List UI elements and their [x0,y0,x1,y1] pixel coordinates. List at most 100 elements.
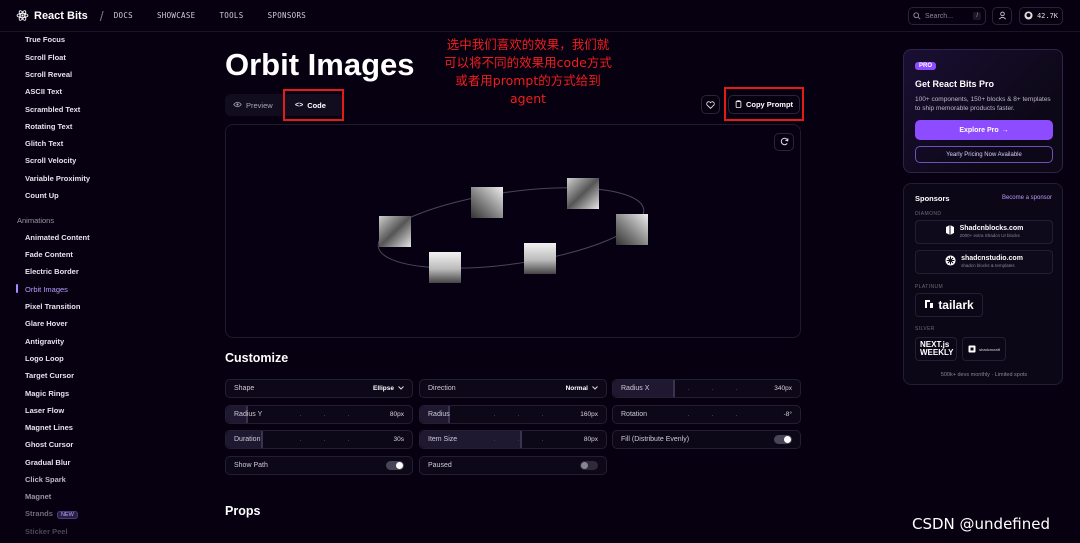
item-size-slider[interactable]: Item Size 80px [419,430,607,449]
shadcncraft-name: shadcncraft [979,346,1000,352]
annotation-box-copy-prompt [724,87,804,121]
show-path-label: Show Path [234,462,268,469]
orbit-image-6 [429,252,461,283]
radius-value: 160px [580,411,598,418]
sponsor-shadcnblocks[interactable]: Shadcnblocks.com 2000+ extra Shadcn UI bl… [915,220,1053,244]
refresh-icon [780,133,789,151]
sponsor-nextjs-weekly[interactable]: NEXT.js WEEKLY [915,337,957,361]
sidebar: True Focus Scroll Float Scroll Reveal AS… [0,33,200,543]
sponsor-shadcnstudio[interactable]: shadcnstudio.com shadcn blocks & template… [915,250,1053,274]
become-sponsor-link[interactable]: Become a sponsor [1002,195,1052,201]
fill-label: Fill (Distribute Evenly) [621,436,690,443]
sidebar-item-scroll-velocity[interactable]: Scroll Velocity [25,156,76,165]
search-placeholder: Search... [925,12,954,20]
sidebar-item-gradual-blur[interactable]: Gradual Blur [25,458,70,467]
brand[interactable]: React Bits [16,9,88,22]
orbit-image-1 [379,216,411,247]
shape-select[interactable]: Shape Ellipse [225,379,413,398]
duration-slider[interactable]: Duration 30s [225,430,413,449]
radius-x-slider[interactable]: Radius X 340px [612,379,801,398]
sidebar-item-fade-content[interactable]: Fade Content [25,250,73,259]
sidebar-item-rotating-text[interactable]: Rotating Text [25,122,72,131]
duration-label: Duration [234,436,261,443]
radius-y-slider[interactable]: Radius Y 80px [225,405,413,424]
eye-icon [233,101,242,110]
sidebar-item-magic-rings[interactable]: Magic Rings [25,389,69,398]
nav-link-docs[interactable]: DOCS [114,11,133,20]
direction-value: Normal [565,385,588,392]
tab-preview[interactable]: Preview [233,94,273,116]
fill-toggle[interactable] [774,435,792,444]
radius-y-value: 80px [389,411,404,418]
orbit-image-5 [524,243,556,274]
pro-badge: PRO [915,62,937,70]
page-title: Orbit Images [225,47,415,82]
explore-pro-label: Explore Pro [959,126,999,134]
sponsors-footer: 500k+ devs monthly · Limited spots [940,372,1028,378]
orbit-path [377,187,645,269]
sidebar-item-ghost-cursor[interactable]: Ghost Cursor [25,440,73,449]
duration-value: 30s [393,436,404,443]
shadcnstudio-logo-icon [945,253,956,271]
sidebar-item-magnet-lines[interactable]: Magnet Lines [25,423,73,432]
annotation-box-code [283,89,344,121]
sponsor-tailark[interactable]: tailark [915,293,983,317]
sidebar-item-glitch-text[interactable]: Glitch Text [25,139,63,148]
item-size-value: 80px [583,436,598,443]
paused-toggle[interactable] [580,461,598,470]
sidebar-item-target-cursor[interactable]: Target Cursor [25,371,74,380]
nav-link-tools[interactable]: TOOLS [219,11,243,20]
sidebar-item-antigravity[interactable]: Antigravity [25,337,64,346]
sidebar-item-click-spark[interactable]: Click Spark [25,475,66,484]
direction-select[interactable]: Direction Normal [419,379,607,398]
shadcnstudio-name: shadcnstudio.com [961,255,1023,262]
sidebar-item-animated-content[interactable]: Animated Content [25,233,90,242]
radius-label: Radius [428,411,450,418]
shadcnblocks-logo-icon [945,223,955,241]
show-path-toggle[interactable] [386,461,404,470]
tier-diamond: DIAMOND [915,211,942,217]
search-icon [913,7,921,25]
sidebar-item-count-up[interactable]: Count Up [25,191,59,200]
sidebar-item-variable-proximity[interactable]: Variable Proximity [25,174,90,183]
radius-slider[interactable]: Radius 160px [419,405,607,424]
sidebar-item-sticker-peel[interactable]: Sticker Peel [25,527,68,536]
search-box[interactable]: Search... / [908,7,986,25]
explore-pro-button[interactable]: Explore Pro → [915,120,1053,140]
sidebar-item-laser-flow[interactable]: Laser Flow [25,406,64,415]
refresh-button[interactable] [774,133,794,151]
shadcnblocks-name: Shadcnblocks.com [959,225,1024,232]
brand-title: React Bits [34,9,88,22]
rotation-label: Rotation [621,411,648,418]
sidebar-item-strands[interactable]: Strands NEW [25,509,78,519]
favorite-button[interactable] [701,95,720,114]
sidebar-item-true-focus[interactable]: True Focus [25,35,65,44]
react-logo-icon [16,9,29,22]
shadcnstudio-sub: shadcn blocks & templates [961,263,1015,268]
user-button[interactable] [992,7,1012,25]
item-size-label: Item Size [428,436,458,443]
sidebar-item-orbit-images[interactable]: Orbit Images [25,285,68,294]
sidebar-item-electric-border[interactable]: Electric Border [25,267,79,276]
orbit-image-3 [567,178,599,209]
sponsor-shadcncraft[interactable]: shadcncraft [962,337,1006,361]
user-icon [998,7,1007,25]
rotation-slider[interactable]: Rotation -8° [612,405,801,424]
nav-link-showcase[interactable]: SHOWCASE [157,11,196,20]
customize-title: Customize [225,351,289,365]
sidebar-item-logo-loop[interactable]: Logo Loop [25,354,64,363]
sidebar-item-glare-hover[interactable]: Glare Hover [25,319,68,328]
annotation-line-1: 选中我们喜欢的效果，我们就 [446,37,610,52]
sidebar-item-scrambled-text[interactable]: Scrambled Text [25,105,80,114]
sidebar-item-ascii-text[interactable]: ASCII Text [25,87,62,96]
orbit-image-2 [471,187,503,218]
sidebar-item-pixel-transition[interactable]: Pixel Transition [25,302,80,311]
sidebar-section-animations: Animations [17,216,55,225]
sidebar-item-scroll-float[interactable]: Scroll Float [25,53,66,62]
nav-link-sponsors[interactable]: SPONSORS [268,11,307,20]
github-button[interactable]: 42.7K [1019,7,1063,25]
search-shortcut: / [973,12,981,20]
sidebar-item-magnet[interactable]: Magnet [25,492,51,501]
sidebar-item-scroll-reveal[interactable]: Scroll Reveal [25,70,72,79]
yearly-pricing-button[interactable]: Yearly Pricing Now Available [915,146,1053,163]
